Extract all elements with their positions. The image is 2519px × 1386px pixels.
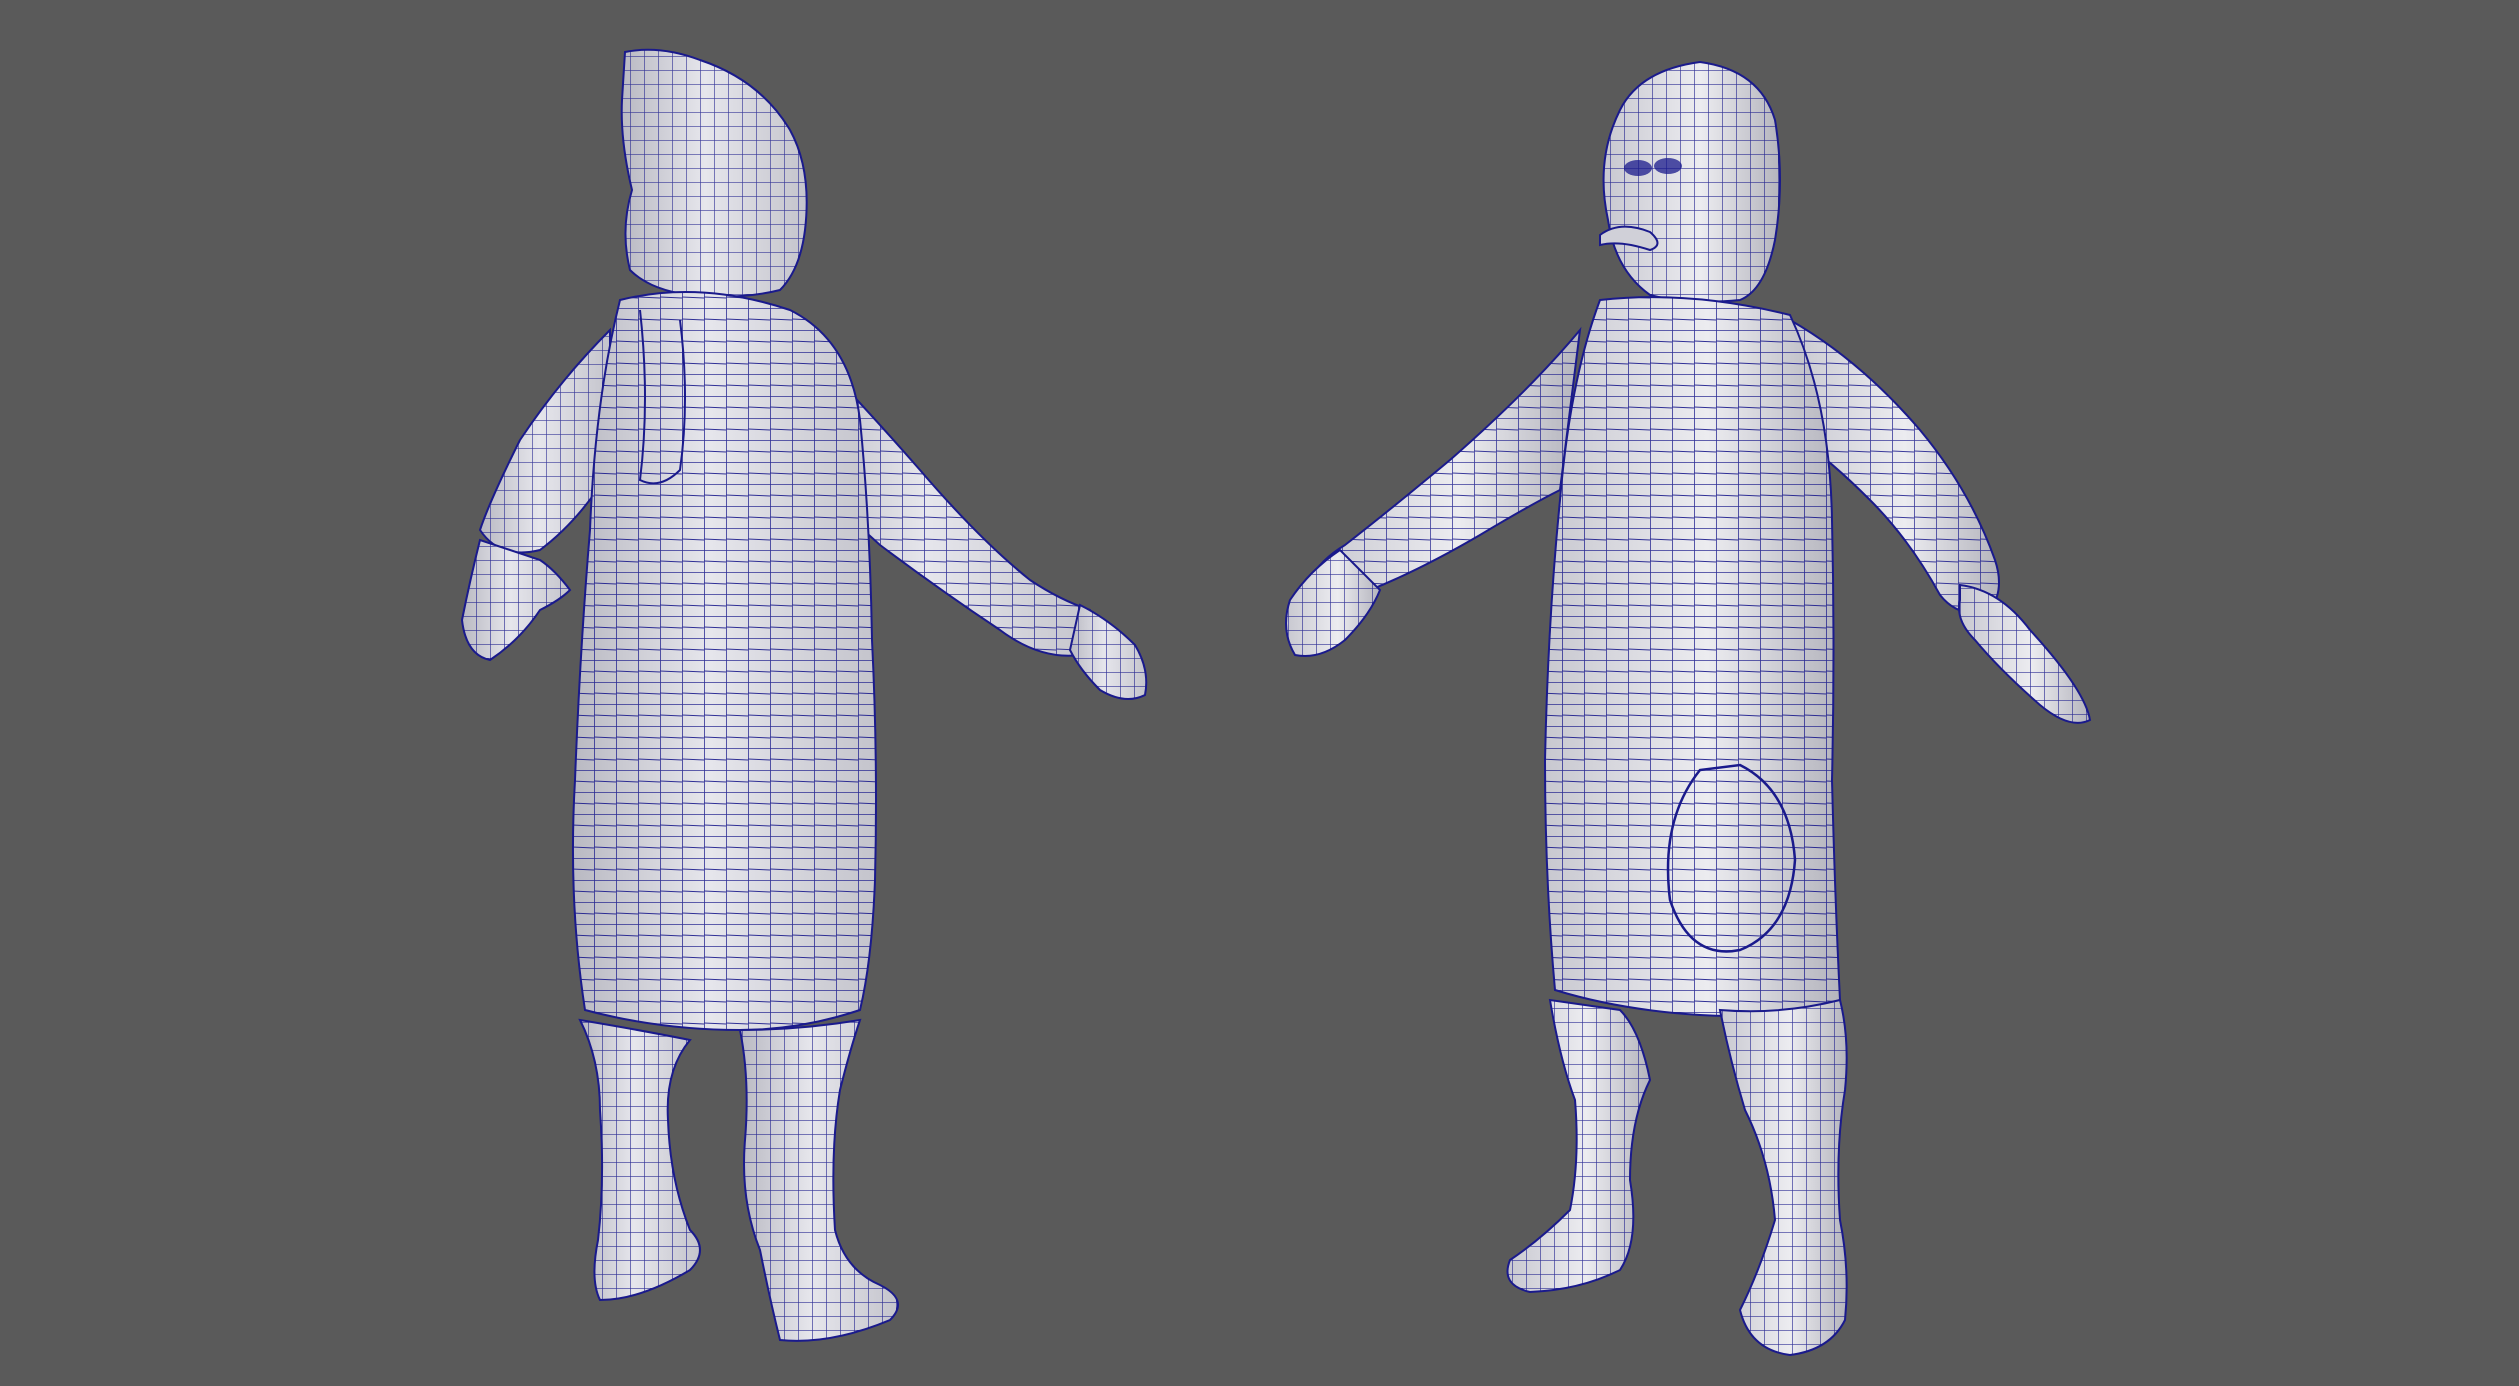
eye-left-mesh	[1624, 160, 1652, 176]
character-mesh-front-view[interactable]	[1285, 60, 2092, 1357]
eye-right-mesh	[1654, 158, 1682, 174]
3d-viewport[interactable]	[0, 0, 2519, 1386]
viewport-scene	[460, 48, 2092, 1357]
character-mesh-back-view[interactable]	[460, 48, 1148, 1342]
